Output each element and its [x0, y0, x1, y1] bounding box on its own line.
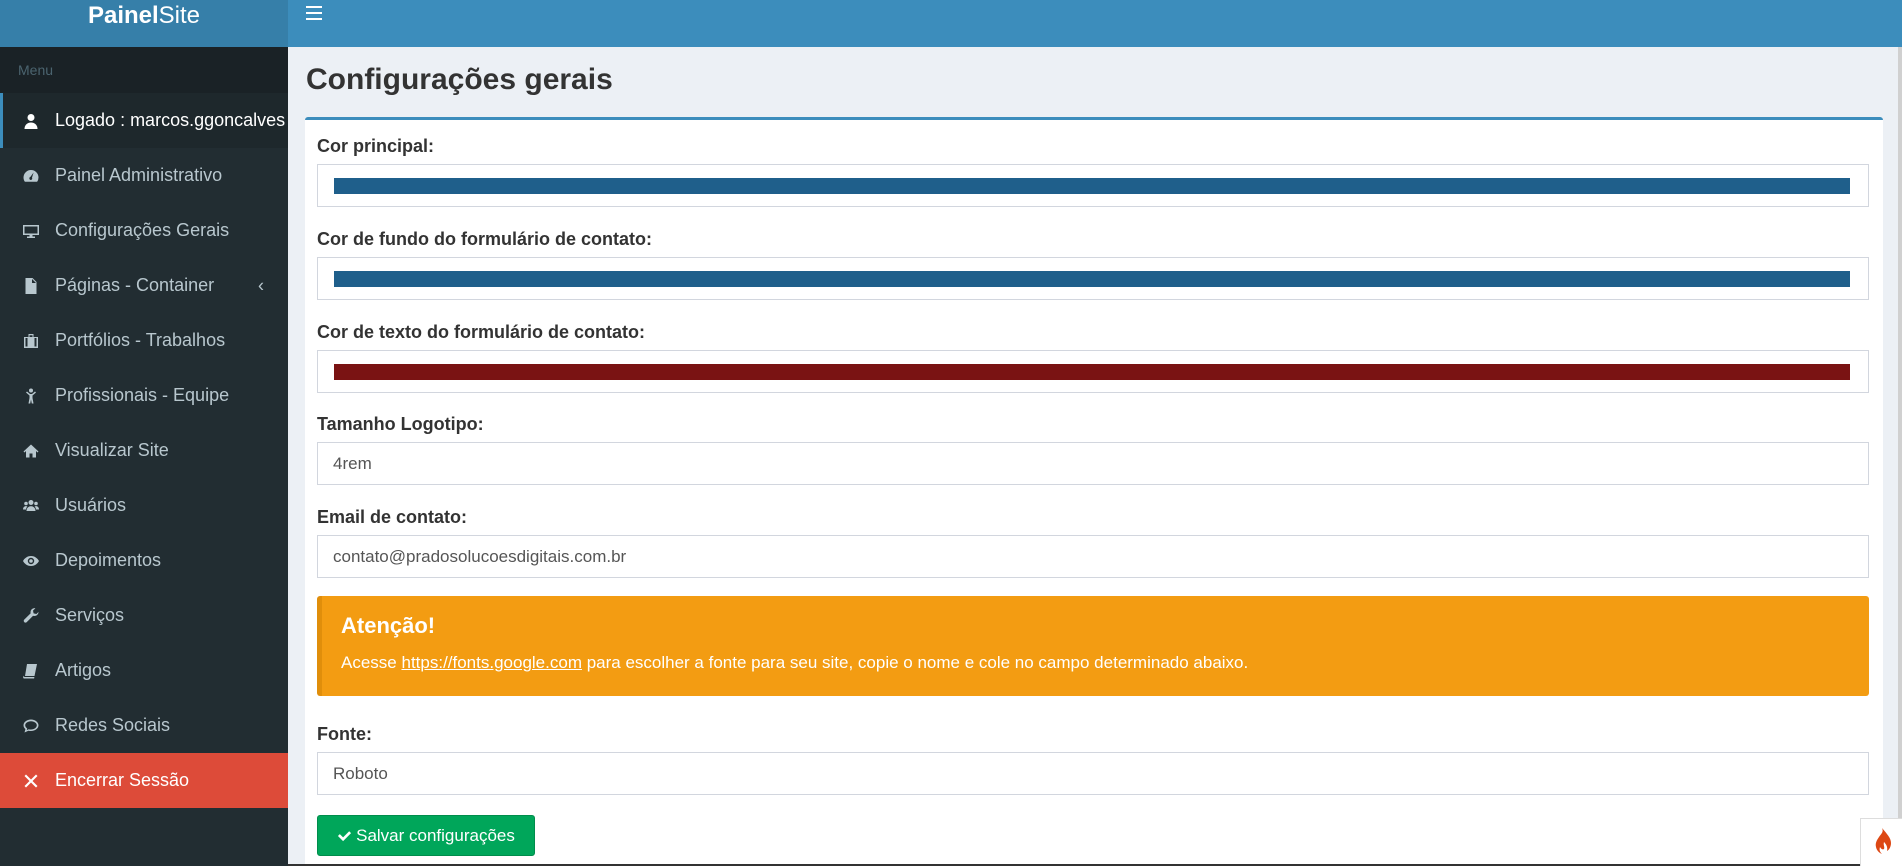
- sidebar-item-label: Painel Administrativo: [55, 165, 223, 185]
- home-icon: [23, 443, 55, 459]
- codeigniter-flame-icon[interactable]: [1860, 818, 1902, 866]
- sidebar-item-label: Encerrar Sessão: [55, 770, 190, 790]
- brand-logo-light: Site: [158, 2, 201, 29]
- comments-icon: [23, 718, 55, 734]
- main-color-label: Cor principal:: [317, 136, 435, 156]
- alert-text-prefix: Acesse: [341, 653, 402, 672]
- desktop-icon: [23, 223, 55, 239]
- sidebar-item-visualizar-site[interactable]: Visualizar Site: [0, 423, 288, 478]
- file-icon: [23, 277, 55, 294]
- eye-icon: [23, 553, 55, 569]
- sidebar-item-label: Artigos: [55, 660, 112, 680]
- sidebar-item-label: Visualizar Site: [55, 440, 169, 460]
- close-icon: [23, 773, 55, 789]
- sidebar-item-label: Portfólios - Trabalhos: [55, 330, 226, 350]
- sidebar-item-label: Redes Sociais: [55, 715, 171, 735]
- sidebar-item-portfolios-trabalhos[interactable]: Portfólios - Trabalhos: [0, 313, 288, 368]
- sidebar-item-logged-user[interactable]: Logado : marcos.ggoncalves: [0, 93, 288, 148]
- alert-text-suffix: para escolher a fonte para seu site, cop…: [581, 653, 1249, 672]
- alert-text: Acesse https://fonts.google.com para esc…: [341, 653, 1248, 673]
- form-bg-color-label: Cor de fundo do formulário de contato:: [317, 229, 652, 249]
- form-bg-color-swatch: [334, 271, 1850, 287]
- logo-size-label: Tamanho Logotipo:: [317, 414, 484, 434]
- alert-title: Atenção!: [341, 613, 436, 638]
- form-text-color-label: Cor de texto do formulário de contato:: [317, 322, 646, 342]
- brand-logo[interactable]: PainelSite: [0, 0, 288, 47]
- attention-alert: Atenção! Acesse https://fonts.google.com…: [317, 596, 1869, 696]
- main-content: Configurações gerais Cor principal: Cor …: [288, 47, 1902, 866]
- save-settings-button[interactable]: Salvar configurações: [317, 815, 535, 856]
- suitcase-icon: [23, 333, 55, 349]
- sidebar-item-label: Usuários: [55, 495, 127, 515]
- dashboard-icon: [23, 168, 55, 184]
- sidebar-item-configuracoes-gerais[interactable]: Configurações Gerais: [0, 203, 288, 258]
- top-navbar: [288, 0, 1902, 47]
- sidebar-item-painel-administrativo[interactable]: Painel Administrativo: [0, 148, 288, 203]
- sidebar-item-label: Profissionais - Equipe: [55, 385, 230, 405]
- child-icon: [23, 388, 55, 404]
- main-color-picker[interactable]: [317, 164, 1869, 207]
- contact-email-label: Email de contato:: [317, 507, 468, 527]
- contact-email-input[interactable]: [317, 535, 1869, 578]
- sidebar-item-usuarios[interactable]: Usuários: [0, 478, 288, 533]
- sidebar: PainelSite Menu Logado : marcos.ggoncalv…: [0, 0, 288, 866]
- page-title: Configurações gerais: [306, 63, 613, 96]
- google-fonts-link[interactable]: https://fonts.google.com: [401, 653, 582, 672]
- sidebar-item-redes-sociais[interactable]: Redes Sociais: [0, 698, 288, 753]
- main-color-swatch: [334, 178, 1850, 194]
- sidebar-item-profissionais-equipe[interactable]: Profissionais - Equipe: [0, 368, 288, 423]
- wrench-icon: [23, 607, 55, 624]
- sidebar-item-depoimentos[interactable]: Depoimentos: [0, 533, 288, 588]
- form-text-color-swatch: [334, 364, 1850, 380]
- sidebar-item-artigos[interactable]: Artigos: [0, 643, 288, 698]
- users-icon: [23, 498, 55, 514]
- form-text-color-picker[interactable]: [317, 350, 1869, 393]
- font-input[interactable]: [317, 752, 1869, 795]
- settings-form-box: Cor principal: Cor de fundo do formulári…: [305, 117, 1883, 866]
- form-bg-color-picker[interactable]: [317, 257, 1869, 300]
- sidebar-item-paginas-container[interactable]: Páginas - Container ‹: [0, 258, 288, 313]
- font-label: Fonte:: [317, 724, 372, 744]
- book-icon: [23, 663, 55, 679]
- sidebar-item-label: Configurações Gerais: [55, 220, 230, 240]
- sidebar-menu-header: Menu: [0, 47, 288, 93]
- sidebar-item-label: Páginas - Container: [55, 275, 215, 295]
- check-icon: [338, 831, 352, 842]
- hamburger-menu-icon[interactable]: [306, 6, 322, 20]
- chevron-left-icon[interactable]: ‹: [258, 275, 264, 296]
- sidebar-item-label: Serviços: [55, 605, 125, 625]
- sidebar-item-servicos[interactable]: Serviços: [0, 588, 288, 643]
- sidebar-item-encerrar-sessao[interactable]: Encerrar Sessão: [0, 753, 288, 808]
- logo-size-input[interactable]: [317, 442, 1869, 485]
- sidebar-item-label: Depoimentos: [55, 550, 162, 570]
- sidebar-item-label: Logado : marcos.ggoncalves: [55, 110, 286, 130]
- user-icon: [23, 113, 55, 129]
- save-settings-label: Salvar configurações: [356, 825, 515, 845]
- page-scrollbar[interactable]: [1898, 47, 1902, 866]
- brand-logo-bold: Painel: [87, 2, 159, 29]
